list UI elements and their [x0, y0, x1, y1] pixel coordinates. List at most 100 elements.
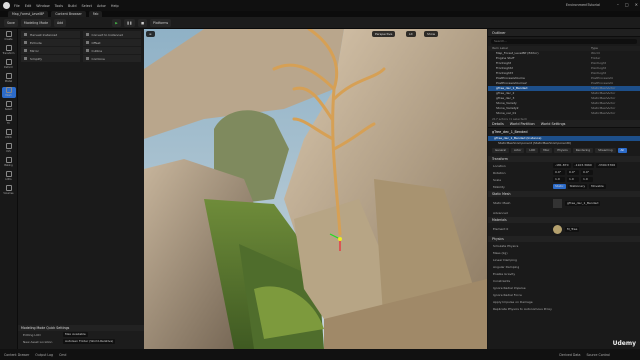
mode-dropdown[interactable]: Modeling Mode [20, 18, 52, 27]
category-actor[interactable]: Actor [511, 148, 525, 153]
category-misc[interactable]: Misc [540, 148, 553, 153]
rail-attrib[interactable]: Attrib [2, 129, 16, 140]
menu-build[interactable]: Build [68, 4, 77, 8]
mobility-static-button[interactable]: Static [553, 184, 566, 189]
scale-x-field[interactable]: 1.0 [553, 177, 565, 182]
rail-create[interactable]: Create [2, 31, 16, 42]
scene-render [144, 29, 487, 349]
tab-details[interactable]: Details [492, 122, 504, 126]
add-button[interactable]: Add [54, 18, 67, 27]
category-general[interactable]: General [492, 148, 510, 153]
menu-actor[interactable]: Actor [97, 4, 106, 8]
mesh-thumbnail[interactable] [553, 198, 562, 208]
rail-baking[interactable]: Baking [2, 157, 16, 168]
physics-property-row[interactable]: Constraints [488, 277, 640, 284]
lit-button[interactable]: Lit [406, 31, 416, 37]
physics-property-row[interactable]: Enable Gravity [488, 270, 640, 277]
tool-item[interactable]: Combine [82, 55, 141, 62]
rail-select[interactable]: Select [2, 101, 16, 112]
rail-model[interactable]: Model [2, 73, 16, 84]
pause-button[interactable]: ❚❚ [123, 18, 135, 27]
menu-help[interactable]: Help [111, 4, 119, 8]
quick-settings-panel: Modeling Mode Quick Settings Editing LOD… [18, 325, 144, 349]
rotation-y-field[interactable]: 0.0° [567, 170, 579, 175]
save-button[interactable]: Save [4, 18, 18, 27]
viewport-menu-icon[interactable]: ≡ [146, 31, 155, 37]
create-icon [5, 31, 12, 37]
location-y-field[interactable]: -1103.3660 [572, 163, 594, 168]
tool-icon [24, 49, 27, 52]
material-picker[interactable]: M_Tree [565, 226, 580, 232]
close-icon[interactable]: ✕ [635, 2, 638, 7]
location-x-field[interactable]: -181.870 [553, 163, 571, 168]
cmd-input[interactable]: Cmd [59, 353, 66, 357]
minimize-icon[interactable]: – [617, 2, 619, 7]
tool-item[interactable]: Mirror [21, 47, 80, 54]
physics-property-row[interactable]: Ignore Radial Force [488, 291, 640, 298]
static-mesh-picker[interactable]: gTree_dec_1_Bended [565, 200, 601, 206]
unreal-logo-icon[interactable] [3, 2, 10, 9]
asset-location-dropdown[interactable]: AutoGen Folder (World-Relative) [63, 339, 116, 344]
tool-item[interactable]: Convert to Instanced [82, 31, 141, 38]
editing-lod-dropdown[interactable]: Max Available [63, 332, 88, 337]
stop-button[interactable]: ■ [138, 18, 148, 27]
physics-property-row[interactable]: Simulate Physics [488, 242, 640, 249]
category-physics[interactable]: Physics [554, 148, 571, 153]
tool-item[interactable]: Cutline [82, 47, 141, 54]
deform-icon [5, 59, 12, 65]
outliner-search-input[interactable]: Search... [491, 39, 637, 44]
category-all[interactable]: All [617, 148, 627, 153]
rail-tri[interactable]: Tri [2, 115, 16, 126]
category-rendering[interactable]: Rendering [572, 148, 594, 153]
menu-tools[interactable]: Tools [55, 4, 63, 8]
tab-world-partition[interactable]: World Partition [510, 122, 535, 126]
rotation-label: Rotation [493, 170, 506, 175]
tool-item[interactable]: Simplify [21, 55, 80, 62]
physics-property-row[interactable]: Mass (kg) [488, 249, 640, 256]
location-z-field[interactable]: -3300.5766 [595, 163, 618, 168]
scale-row: Scale 1.0 1.0 1.0 [488, 176, 640, 183]
physics-property-row[interactable]: Apply Impulse on Damage [488, 298, 640, 305]
material-thumbnail[interactable] [553, 224, 562, 234]
rail-transform[interactable]: Transform [2, 45, 16, 56]
show-button[interactable]: Show [424, 31, 439, 37]
rail-lods[interactable]: LODs [2, 171, 16, 182]
menu-edit[interactable]: Edit [25, 4, 32, 8]
outliner-title[interactable]: Outliner [492, 31, 506, 35]
advanced-row[interactable]: Advanced [488, 209, 640, 216]
source-control-button[interactable]: Source Control [587, 353, 610, 357]
content-drawer-button[interactable]: Content Drawer [4, 353, 29, 357]
rail-deform[interactable]: Deform [2, 59, 16, 70]
scale-y-field[interactable]: 1.0 [567, 177, 579, 182]
perspective-button[interactable]: Perspective [372, 31, 396, 37]
derived-data-button[interactable]: Derived Data [559, 353, 580, 357]
category-streaming[interactable]: Streaming [595, 148, 616, 153]
physics-property-row[interactable]: Angular Damping [488, 263, 640, 270]
mobility-stationary-button[interactable]: Stationary [567, 184, 588, 189]
physics-property-row[interactable]: Ignore Radial Impulse [488, 284, 640, 291]
rail-uvs[interactable]: UVs [2, 143, 16, 154]
category-lod[interactable]: LOD [526, 148, 539, 153]
rotation-x-field[interactable]: 0.0° [553, 170, 565, 175]
play-button[interactable]: ▶ [112, 18, 121, 27]
menu-file[interactable]: File [14, 4, 20, 8]
mobility-movable-button[interactable]: Movable [589, 184, 606, 189]
rail-mesh[interactable]: Mesh [1, 87, 16, 98]
rail-volumes[interactable]: Volumes [2, 185, 16, 196]
physics-property-row[interactable]: Linear Damping [488, 256, 640, 263]
physics-property-row[interactable]: Replicate Physics to Autonomous Proxy [488, 305, 640, 312]
tool-item[interactable]: Offset [82, 39, 141, 46]
tool-item[interactable]: Extrude [21, 39, 80, 46]
maximize-icon[interactable]: □ [625, 2, 629, 7]
udemy-watermark: Udemy [612, 340, 636, 347]
menu-window[interactable]: Window [36, 4, 49, 8]
scale-z-field[interactable]: 1.0 [581, 177, 593, 182]
gizmo-pivot[interactable] [338, 237, 342, 241]
rotation-z-field[interactable]: 0.0° [581, 170, 593, 175]
tool-item[interactable]: Harvest Instanced [21, 31, 80, 38]
level-viewport[interactable]: ≡ Perspective Lit Show [144, 29, 487, 349]
platforms-button[interactable]: Platforms [150, 18, 172, 27]
tab-world-settings[interactable]: World Settings [541, 122, 566, 126]
output-log-button[interactable]: Output Log [35, 353, 53, 357]
menu-select[interactable]: Select [82, 4, 92, 8]
